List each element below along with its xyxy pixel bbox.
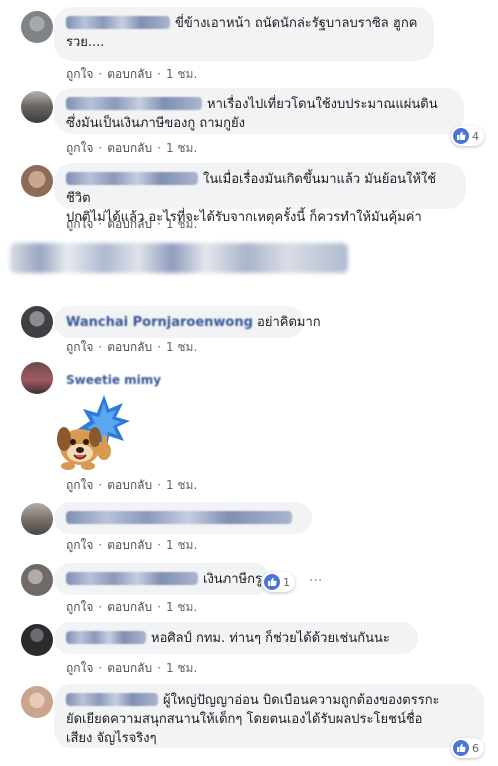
commenter-name[interactable] — [66, 97, 202, 110]
timestamp[interactable]: 1 ชม. — [166, 338, 197, 357]
like-icon — [453, 128, 469, 144]
comment-text: อย่าคิดมาก — [257, 315, 321, 330]
comment-bubble: Wanchai Pornjaroenwong อย่าคิดมาก — [54, 306, 321, 338]
comment-text: ผู้ใหญ่ปัญญาอ่อน บิดเบือนความถูกต้องของต… — [163, 693, 440, 708]
reply-link[interactable]: ตอบกลับ — [107, 215, 152, 234]
avatar[interactable] — [21, 503, 53, 535]
comment-bubble — [54, 502, 312, 534]
reply-link[interactable]: ตอบกลับ — [107, 536, 152, 555]
comment-text: ขี่ข้างเอาหน้า ถนัดนักล่ะรัฐบาลบราซิล ฮู… — [175, 16, 418, 31]
like-icon — [453, 740, 469, 756]
commenter-name[interactable]: Sweetie mimy — [66, 373, 161, 387]
commenter-name[interactable] — [66, 572, 198, 585]
timestamp[interactable]: 1 ชม. — [166, 65, 197, 84]
reply-link[interactable]: ตอบกลับ — [107, 659, 152, 678]
timestamp[interactable]: 1 ชม. — [166, 139, 197, 158]
comment-actions: ถูกใจ · ตอบกลับ · 1 ชม. — [66, 65, 197, 84]
comment-bubble: เงินภาษีกรู — [54, 563, 270, 595]
comment-text: หาเรื่องไปเที่ยวโดนใช้งบประมาณแผ่นดิน — [207, 97, 438, 112]
timestamp[interactable]: 1 ชม. — [166, 476, 197, 495]
comment-actions: ถูกใจ · ตอบกลับ · 1 ชม. — [66, 598, 197, 617]
reply-link[interactable]: ตอบกลับ — [107, 338, 152, 357]
commenter-name[interactable] — [66, 511, 292, 524]
reaction-count[interactable]: 1 — [262, 572, 295, 592]
timestamp[interactable]: 1 ชม. — [166, 536, 197, 555]
like-link[interactable]: ถูกใจ — [66, 659, 93, 678]
more-options-icon[interactable]: ··· — [309, 573, 322, 589]
reaction-count[interactable]: 4 — [451, 126, 484, 146]
comment-actions: ถูกใจ · ตอบกลับ · 1 ชม. — [66, 338, 197, 357]
comment-bubble: ในเมื่อเรื่องมันเกิดขึ้นมาแล้ว มันย้อนให… — [54, 163, 466, 225]
comment-bubble: หอศิลป์ กทม. ท่านๆ ก็ช่วยได้ด้วยเช่นกันน… — [54, 622, 418, 654]
avatar[interactable] — [21, 362, 53, 394]
comment-bubble: หาเรื่องไปเที่ยวโดนใช้งบประมาณแผ่นดิน ซึ… — [54, 88, 464, 134]
like-link[interactable]: ถูกใจ — [66, 476, 93, 495]
like-link[interactable]: ถูกใจ — [66, 536, 93, 555]
avatar[interactable] — [21, 624, 53, 656]
comment-actions: ถูกใจ · ตอบกลับ · 1 ชม. — [66, 476, 197, 495]
commenter-name[interactable] — [66, 172, 198, 185]
like-link[interactable]: ถูกใจ — [66, 65, 93, 84]
comment-actions: ถูกใจ · ตอบกลับ · 1 ชม. — [66, 215, 197, 234]
reply-link[interactable]: ตอบกลับ — [107, 139, 152, 158]
reply-link[interactable]: ตอบกลับ — [107, 65, 152, 84]
commenter-name[interactable] — [66, 16, 170, 29]
avatar[interactable] — [21, 564, 53, 596]
timestamp[interactable]: 1 ชม. — [166, 598, 197, 617]
like-link[interactable]: ถูกใจ — [66, 139, 93, 158]
comment-text: เสียง จัญไรจริงๆ — [66, 731, 157, 746]
comment-text: ยัดเยียดความสนุกสนานให้เด็กๆ โดยตนเองได้… — [66, 712, 423, 727]
reply-link[interactable]: ตอบกลับ — [107, 598, 152, 617]
timestamp[interactable]: 1 ชม. — [166, 215, 197, 234]
commenter-name[interactable]: Wanchai Pornjaroenwong — [66, 315, 253, 330]
blurred-comment — [10, 243, 348, 273]
commenter-name[interactable] — [66, 631, 146, 644]
comment-bubble: ผู้ใหญ่ปัญญาอ่อน บิดเบือนความถูกต้องของต… — [54, 684, 484, 748]
comment-text: เงินภาษีกรู — [203, 572, 262, 587]
sticker-image — [52, 393, 132, 473]
avatar[interactable] — [21, 306, 53, 338]
comment-actions: ถูกใจ · ตอบกลับ · 1 ชม. — [66, 536, 197, 555]
timestamp[interactable]: 1 ชม. — [166, 659, 197, 678]
comment-text: หอศิลป์ กทม. ท่านๆ ก็ช่วยได้ด้วยเช่นกันน… — [151, 631, 390, 646]
like-link[interactable]: ถูกใจ — [66, 215, 93, 234]
comment-text: รวย.... — [66, 35, 105, 50]
like-icon — [264, 574, 280, 590]
comment-bubble: ขี่ข้างเอาหน้า ถนัดนักล่ะรัฐบาลบราซิล ฮู… — [54, 7, 434, 61]
comment-actions: ถูกใจ · ตอบกลับ · 1 ชม. — [66, 139, 197, 158]
avatar[interactable] — [21, 11, 53, 43]
comment-actions: ถูกใจ · ตอบกลับ · 1 ชม. — [66, 659, 197, 678]
reaction-count[interactable]: 6 — [451, 738, 484, 758]
commenter-name[interactable] — [66, 693, 158, 706]
comment-text: ซึ่งมันเป็นเงินภาษีของกู ถามกูยัง — [66, 116, 245, 131]
avatar[interactable] — [21, 91, 53, 123]
avatar[interactable] — [21, 686, 53, 718]
reply-link[interactable]: ตอบกลับ — [107, 476, 152, 495]
like-link[interactable]: ถูกใจ — [66, 338, 93, 357]
avatar[interactable] — [21, 165, 53, 197]
like-link[interactable]: ถูกใจ — [66, 598, 93, 617]
